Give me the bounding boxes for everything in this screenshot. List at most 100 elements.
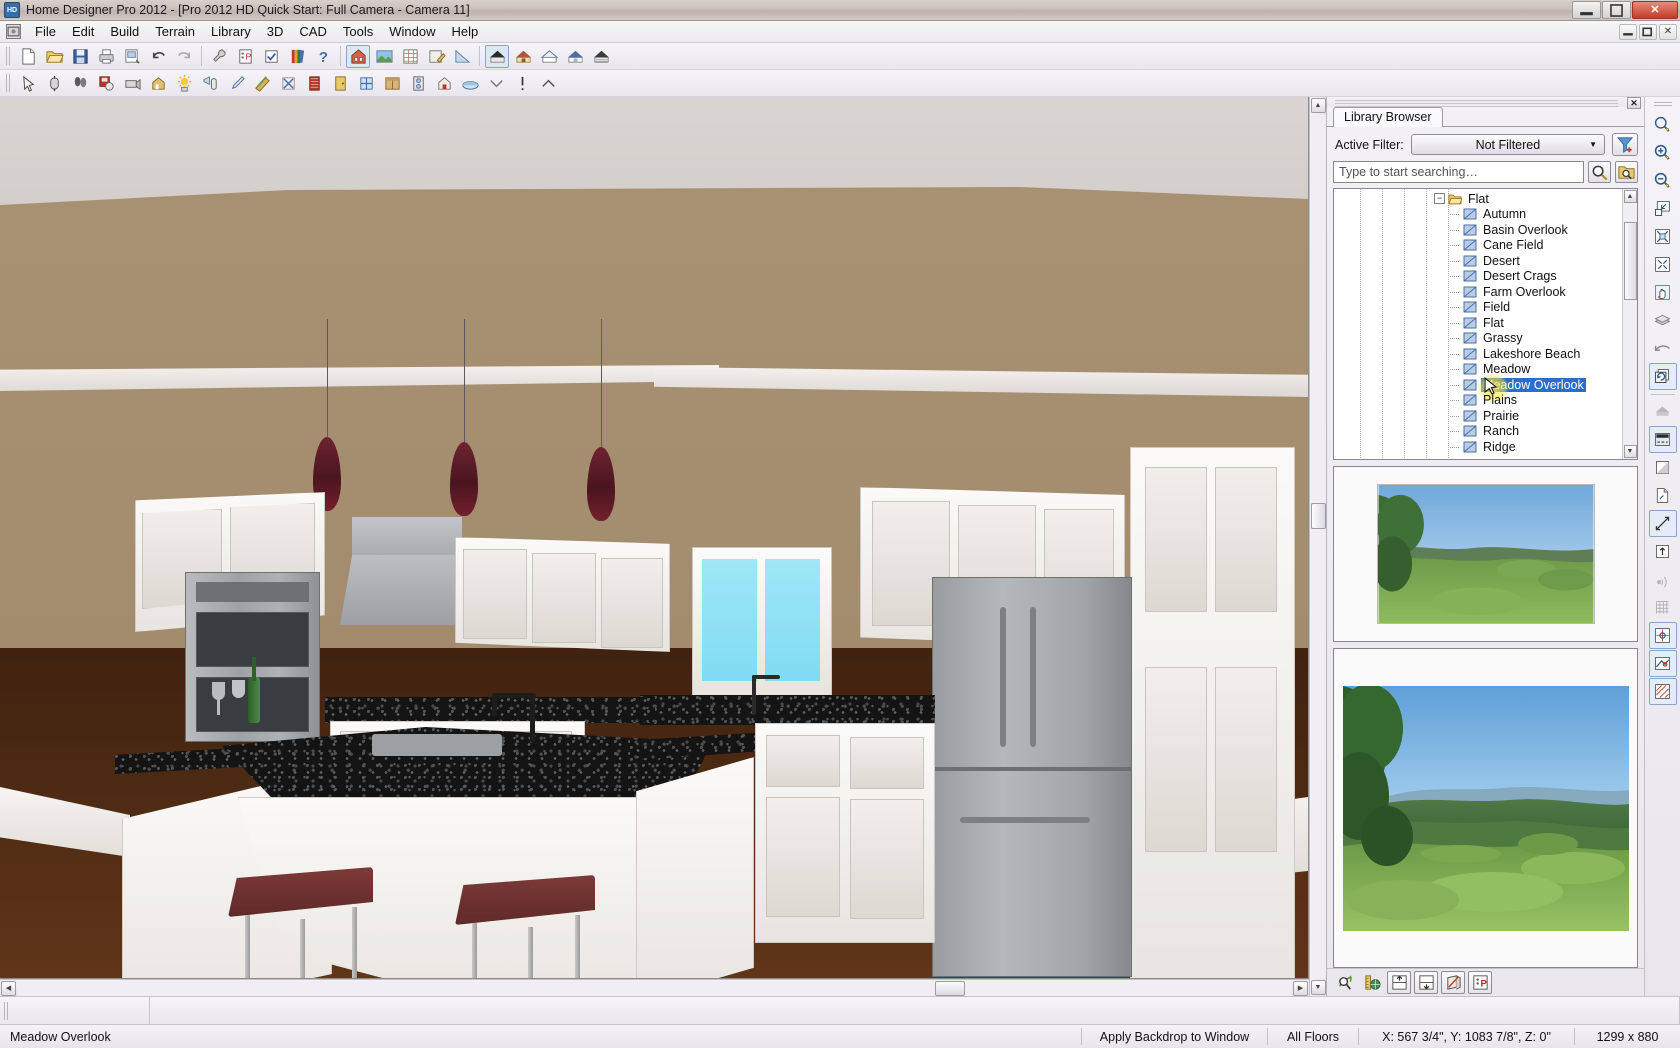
tree-scroll-area[interactable]: − Flat Autumn — [1334, 189, 1622, 459]
vscroll-track[interactable] — [1311, 115, 1326, 978]
house-gable-button[interactable] — [511, 45, 535, 68]
house-shed-button[interactable] — [537, 45, 561, 68]
preferences-button[interactable] — [207, 45, 231, 68]
tree-item-desert[interactable]: Desert — [1334, 253, 1622, 269]
show-preview-button[interactable] — [1333, 971, 1357, 994]
undo-zoom-button[interactable] — [1649, 335, 1677, 362]
scroll-up-button[interactable]: ▲ — [1311, 98, 1326, 113]
menu-build[interactable]: Build — [102, 22, 147, 41]
edit-area-button[interactable] — [424, 45, 448, 68]
tree-item-ranch[interactable]: Ranch — [1334, 424, 1622, 440]
dock-top-button[interactable] — [1387, 971, 1411, 994]
close-button[interactable]: ✕ — [1632, 1, 1678, 19]
tree-item-lakeshore-beach[interactable]: Lakeshore Beach — [1334, 346, 1622, 362]
sun-angle-button[interactable] — [172, 72, 196, 95]
tree-scroll-track[interactable] — [1624, 204, 1637, 444]
document-icon[interactable] — [6, 24, 21, 39]
dock-bottom-button[interactable] — [1414, 971, 1438, 994]
hscroll-thumb[interactable] — [935, 981, 965, 996]
fill-window-building-button[interactable] — [1649, 223, 1677, 250]
panel-close-button[interactable]: ✕ — [1627, 97, 1641, 109]
menu-3d[interactable]: 3D — [259, 22, 292, 41]
room-button[interactable] — [432, 72, 456, 95]
print-preview-button[interactable] — [120, 45, 144, 68]
kitchen-3d-render[interactable] — [0, 97, 1309, 979]
collapse-expander-icon[interactable]: − — [1434, 193, 1445, 204]
tree-item-ridge[interactable]: Ridge — [1334, 439, 1622, 455]
menu-cad[interactable]: CAD — [291, 22, 334, 41]
materials-list-button[interactable] — [398, 45, 422, 68]
backdrop-thumbnail-preview[interactable] — [1333, 466, 1638, 642]
notes-button[interactable] — [510, 72, 534, 95]
fill-window-button[interactable] — [1649, 195, 1677, 222]
tree-node-flat-root[interactable]: − Flat — [1334, 191, 1622, 207]
tree-item-meadow-overlook[interactable]: Meadow Overlook — [1334, 377, 1622, 393]
toolbar-grip[interactable] — [3, 1001, 10, 1021]
tree-item-prairie[interactable]: Prairie — [1334, 408, 1622, 424]
viewport-vertical-scrollbar[interactable]: ▲ ▼ — [1309, 97, 1326, 996]
tree-item-grassy[interactable]: Grassy — [1334, 331, 1622, 347]
sound-button[interactable] — [1649, 566, 1677, 593]
scroll-right-button[interactable]: ▶ — [1293, 981, 1308, 996]
cabinet-button[interactable] — [380, 72, 404, 95]
search-button[interactable] — [1588, 161, 1611, 183]
save-plan-button[interactable] — [68, 45, 92, 68]
print-button[interactable] — [94, 45, 118, 68]
menu-window[interactable]: Window — [381, 22, 443, 41]
backdrop-large-preview[interactable] — [1333, 648, 1638, 968]
manage-filters-button[interactable] — [1612, 133, 1638, 156]
material-painter-button[interactable] — [250, 72, 274, 95]
cross-section-button[interactable] — [450, 45, 474, 68]
roof-hip-button[interactable] — [485, 45, 509, 68]
roof-tool-button[interactable] — [1649, 398, 1677, 425]
search-input[interactable] — [1333, 161, 1584, 183]
remove-texture-button[interactable] — [276, 72, 300, 95]
pan-window-button[interactable] — [1649, 279, 1677, 306]
mouse-orbit-button[interactable] — [42, 72, 66, 95]
hscroll-track[interactable] — [18, 981, 1291, 996]
minimize-button[interactable] — [1572, 1, 1601, 19]
default-settings-button[interactable]: P — [233, 45, 257, 68]
full-camera-button[interactable] — [120, 72, 144, 95]
active-filter-select[interactable]: Not Filtered ▼ — [1411, 134, 1605, 155]
dimension-button[interactable] — [1649, 510, 1677, 537]
tree-vertical-scrollbar[interactable]: ▲ ▼ — [1622, 189, 1637, 459]
more-tools-button[interactable] — [484, 72, 508, 95]
mdi-restore-button[interactable] — [1639, 24, 1657, 40]
toolbar-grip[interactable] — [5, 46, 12, 66]
marker-button[interactable] — [68, 72, 92, 95]
mdi-minimize-button[interactable] — [1619, 24, 1637, 40]
material-eyedropper-button[interactable] — [224, 72, 248, 95]
zoom-window-button[interactable] — [1649, 111, 1677, 138]
terrain-button[interactable] — [458, 72, 482, 95]
maximize-button[interactable] — [1602, 1, 1631, 19]
zoom-in-button[interactable] — [1649, 139, 1677, 166]
menu-edit[interactable]: Edit — [64, 22, 102, 41]
zoom-extents-button[interactable] — [1649, 251, 1677, 278]
save-camera-button[interactable] — [94, 72, 118, 95]
select-objects-button[interactable] — [16, 72, 40, 95]
backdrop-button[interactable] — [1649, 426, 1677, 453]
tree-item-plains[interactable]: Plains — [1334, 393, 1622, 409]
tab-library-browser[interactable]: Library Browser — [1333, 107, 1443, 127]
page-setup-button[interactable] — [1649, 482, 1677, 509]
tree-item-meadow[interactable]: Meadow — [1334, 362, 1622, 378]
light-button[interactable] — [198, 72, 222, 95]
menu-help[interactable]: Help — [443, 22, 486, 41]
menu-library[interactable]: Library — [203, 22, 259, 41]
browse-library-button[interactable] — [1615, 161, 1638, 183]
library-browser-button[interactable] — [285, 45, 309, 68]
overview-button[interactable] — [146, 72, 170, 95]
menu-file[interactable]: File — [27, 22, 64, 41]
tree-scroll-thumb[interactable] — [1624, 222, 1637, 300]
panel-properties-button[interactable]: P — [1468, 971, 1492, 994]
layers-button[interactable] — [1649, 307, 1677, 334]
toolbar-grip[interactable] — [1653, 101, 1673, 108]
grid-snap-button[interactable] — [1649, 594, 1677, 621]
undo-button[interactable] — [146, 45, 170, 68]
refresh-display-button[interactable] — [1649, 363, 1677, 390]
door-button[interactable] — [328, 72, 352, 95]
new-plan-button[interactable] — [16, 45, 40, 68]
extrude-button[interactable] — [1649, 538, 1677, 565]
help-button[interactable]: ? — [311, 45, 335, 68]
